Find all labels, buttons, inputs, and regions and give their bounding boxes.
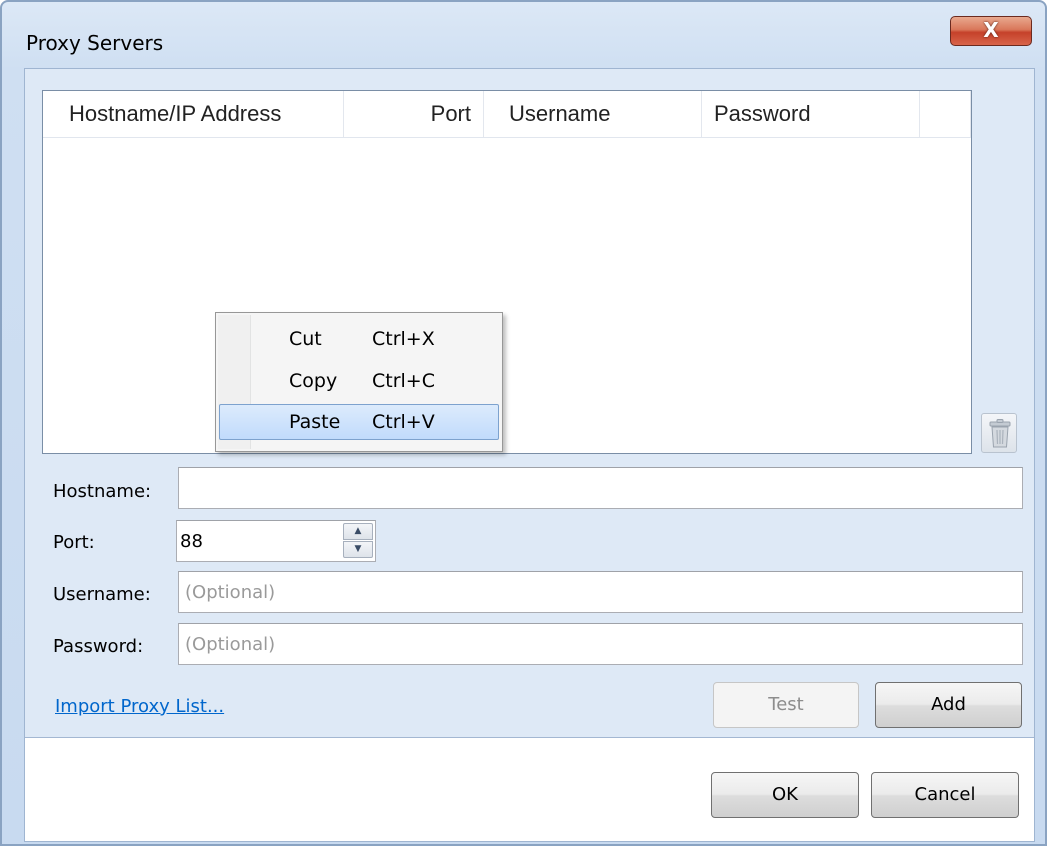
menu-item-cut[interactable]: Cut Ctrl+X (219, 321, 499, 357)
port-stepper: ▲ ▼ (343, 523, 373, 559)
delete-proxy-button[interactable] (981, 413, 1017, 453)
menu-item-paste[interactable]: Paste Ctrl+V (219, 404, 499, 440)
column-header-filler (920, 91, 971, 137)
cancel-button[interactable]: Cancel (871, 772, 1019, 818)
password-label: Password: (53, 636, 144, 657)
trash-icon (989, 419, 1011, 448)
menu-item-label: Cut (289, 328, 322, 350)
ok-button[interactable]: OK (711, 772, 859, 818)
column-header-hostname[interactable]: Hostname/IP Address (43, 91, 344, 137)
proxy-editor-panel: Hostname/IP Address Port Username Passwo… (25, 69, 1034, 738)
column-header-port[interactable]: Port (344, 91, 484, 137)
proxy-list[interactable]: Hostname/IP Address Port Username Passwo… (42, 90, 972, 454)
title-bar: Proxy Servers X (2, 2, 1045, 62)
port-label: Port: (53, 532, 95, 553)
dialog-client-area: Hostname/IP Address Port Username Passwo… (24, 68, 1035, 842)
column-header-password[interactable]: Password (702, 91, 920, 137)
import-proxy-list-link[interactable]: Import Proxy List... (55, 696, 224, 717)
window-title: Proxy Servers (26, 31, 164, 55)
proxy-list-header: Hostname/IP Address Port Username Passwo… (43, 91, 971, 138)
hostname-input[interactable] (178, 467, 1023, 509)
port-decrement-button[interactable]: ▼ (343, 541, 373, 558)
close-icon: X (983, 18, 999, 42)
add-button[interactable]: Add (875, 682, 1022, 728)
menu-item-label: Copy (289, 370, 338, 392)
menu-item-shortcut: Ctrl+X (372, 328, 435, 350)
test-button[interactable]: Test (713, 682, 859, 728)
menu-item-shortcut: Ctrl+V (372, 411, 435, 433)
username-input[interactable] (178, 571, 1023, 613)
proxy-servers-dialog: Proxy Servers X Hostname/IP Address Port… (0, 0, 1047, 846)
menu-item-shortcut: Ctrl+C (372, 370, 435, 392)
menu-item-copy[interactable]: Copy Ctrl+C (219, 363, 499, 399)
port-increment-button[interactable]: ▲ (343, 523, 373, 540)
close-button[interactable]: X (950, 16, 1032, 46)
menu-item-label: Paste (289, 411, 341, 433)
hostname-label: Hostname: (53, 481, 152, 502)
username-label: Username: (53, 584, 151, 605)
up-arrow-icon: ▲ (354, 526, 362, 536)
context-menu: Cut Ctrl+X Copy Ctrl+C Paste Ctrl+V (215, 312, 503, 452)
column-header-username[interactable]: Username (484, 91, 702, 137)
password-input[interactable] (178, 623, 1023, 665)
down-arrow-icon: ▼ (354, 544, 362, 554)
